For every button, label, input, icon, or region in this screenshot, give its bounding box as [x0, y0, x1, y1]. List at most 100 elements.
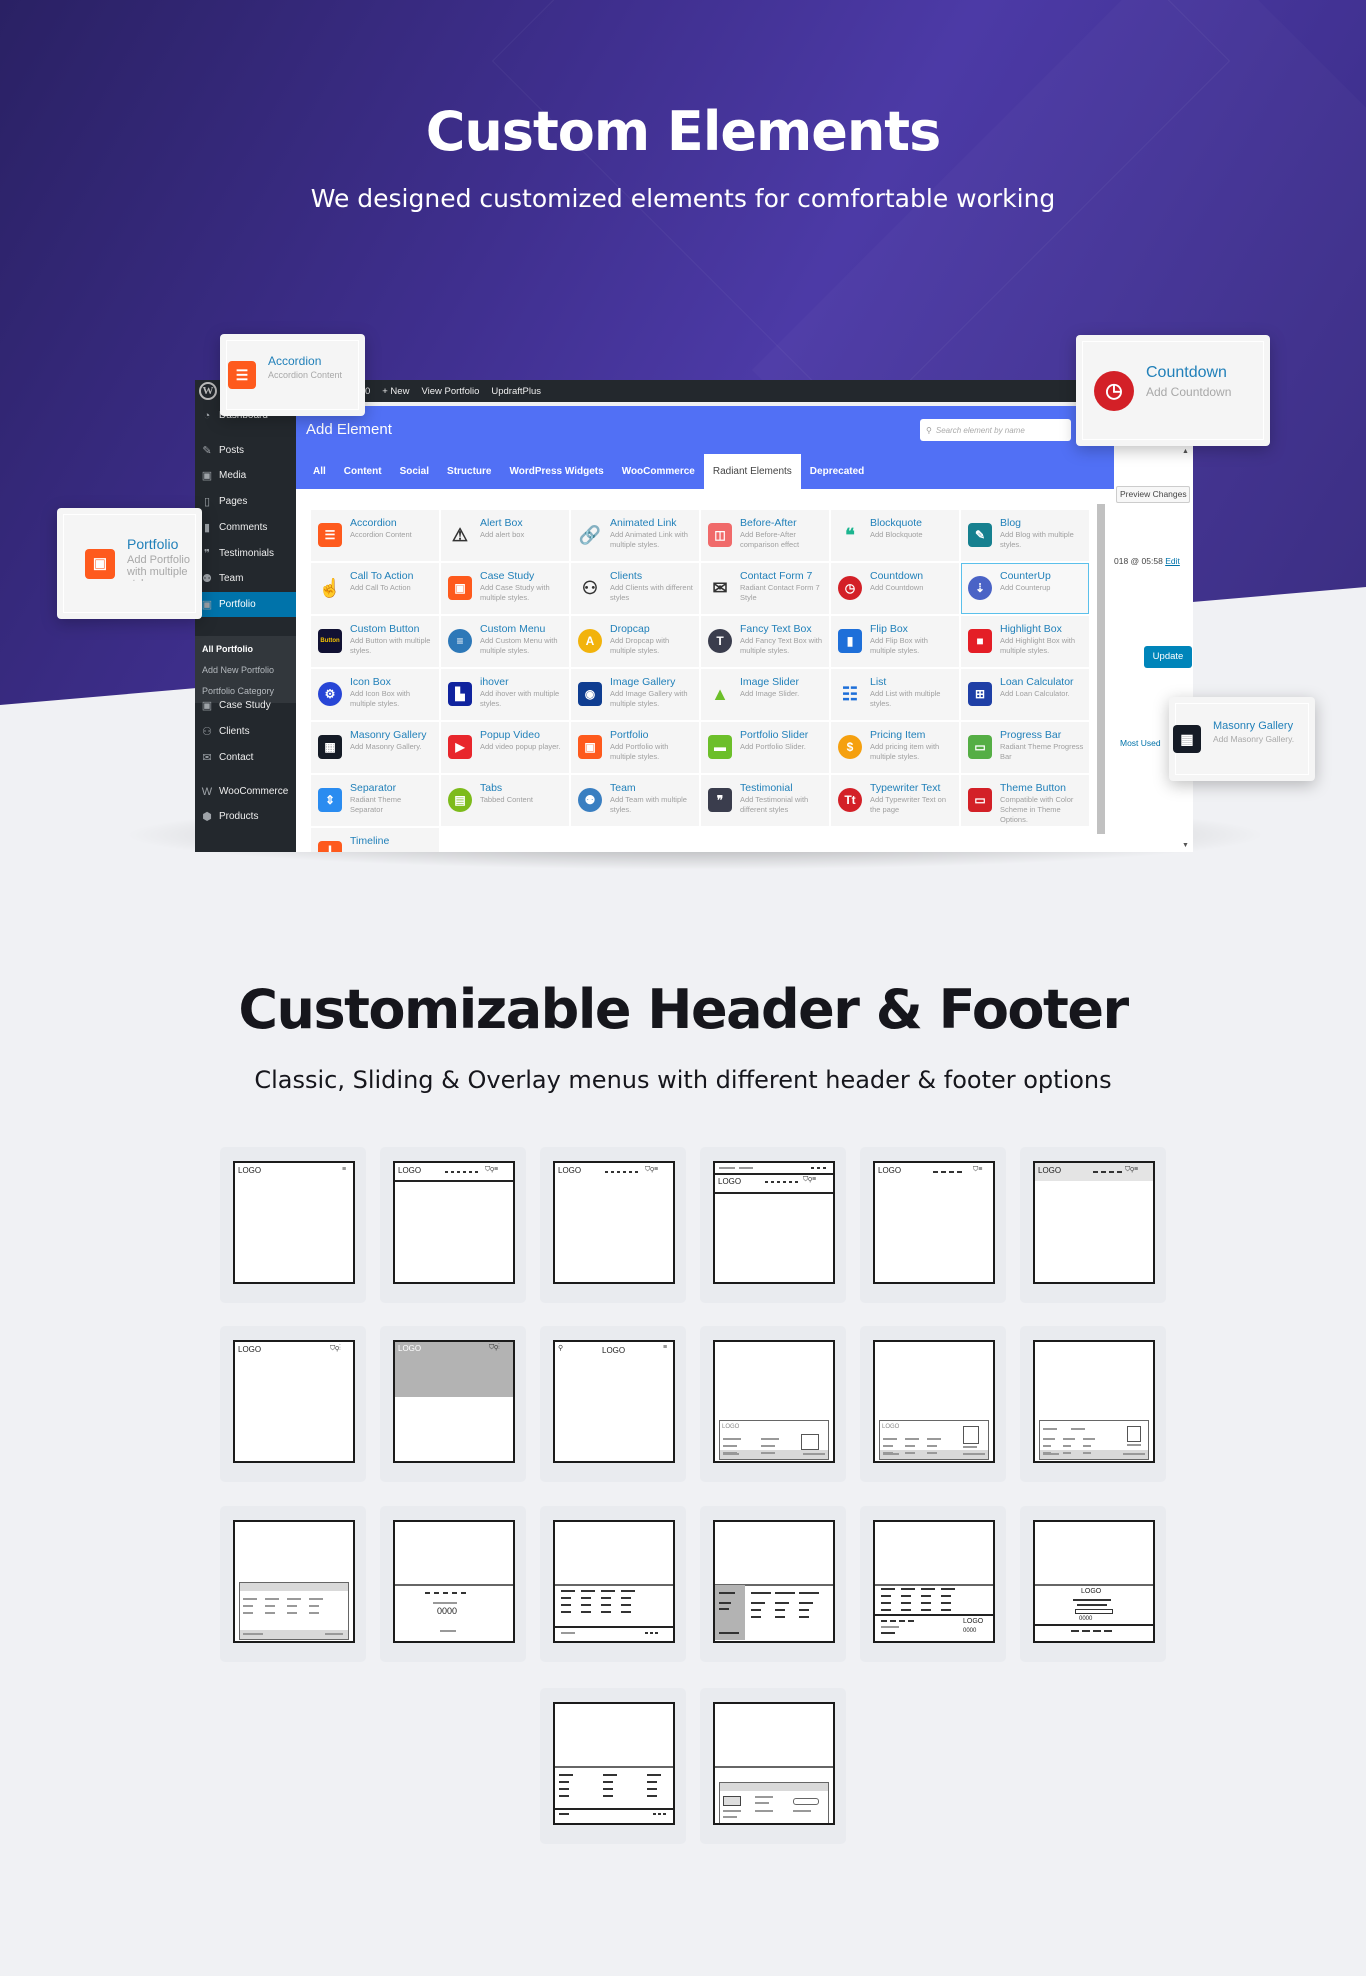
- element-item[interactable]: ☝ Call To Action Add Call To Action: [311, 563, 439, 614]
- element-item[interactable]: ▣ Case Study Add Case Study with multiple …: [441, 563, 569, 614]
- header-layout-hamburger[interactable]: LOGO ≡: [220, 1147, 366, 1303]
- element-item[interactable]: ☰ Accordion Accordion Content: [311, 510, 439, 561]
- most-used-tab[interactable]: Most Used: [1120, 738, 1161, 748]
- tab-all[interactable]: All: [304, 454, 335, 489]
- admin-bar-updraftplus[interactable]: UpdraftPlus: [491, 386, 541, 397]
- wordpress-logo-icon[interactable]: W: [199, 382, 217, 400]
- sidebar-item-testimonials[interactable]: ❞ Testimonials: [195, 541, 296, 566]
- quote-icon: ❝: [845, 525, 855, 545]
- element-item[interactable]: ≡ Custom Menu Add Custom Menu with multipl…: [441, 616, 569, 667]
- tab-deprecated[interactable]: Deprecated: [801, 454, 873, 489]
- element-item[interactable]: ⊞ Loan Calculator Add Loan Calculator.: [961, 669, 1089, 720]
- wireframe-line: [653, 1813, 656, 1815]
- sidebar-item-case-study[interactable]: ▣ Case Study: [195, 693, 296, 718]
- element-item[interactable]: ✎ Blog Add Blog with multiple styles.: [961, 510, 1089, 561]
- element-search-input[interactable]: ⚲ Search element by name: [920, 419, 1071, 441]
- element-item[interactable]: ❞ Testimonial Add Testimonial with differe…: [701, 775, 829, 826]
- admin-bar-view-portfolio[interactable]: View Portfolio: [421, 386, 479, 397]
- element-item[interactable]: ▮ Flip Box Add Flip Box with multiple styl…: [831, 616, 959, 667]
- tab-social[interactable]: Social: [391, 454, 438, 489]
- submenu-add-new-portfolio[interactable]: Add New Portfolio: [202, 665, 274, 675]
- header-layout-menu[interactable]: LOGO ⛉⚲≡: [540, 1147, 686, 1303]
- element-item[interactable]: ⚇ Clients Add Clients with different style…: [571, 563, 699, 614]
- sidebar-item-contact[interactable]: ✉ Contact: [195, 745, 296, 770]
- element-item[interactable]: ▬ Portfolio Slider Add Portfolio Slider.: [701, 722, 829, 773]
- footer-layout-menu-box[interactable]: [1020, 1326, 1166, 1482]
- element-item[interactable]: ◷ Countdown Add Countdown: [831, 563, 959, 614]
- element-item[interactable]: ▭ Theme Button Compatible with Color Schem…: [961, 775, 1089, 826]
- element-item[interactable]: ▤ Tabs Tabbed Content: [441, 775, 569, 826]
- footer-layout-centered-logo[interactable]: LOGO 0000: [1020, 1506, 1166, 1662]
- wireframe-line: [775, 1602, 789, 1604]
- element-item[interactable]: ▲ Image Slider Add Image Slider.: [701, 669, 829, 720]
- header-layout-icons-only[interactable]: LOGO ⛉⚲⋮: [220, 1326, 366, 1482]
- element-item[interactable]: ⚙ Icon Box Add Icon Box with multiple styl…: [311, 669, 439, 720]
- element-item[interactable]: ⇣ CounterUp Add Counterup: [961, 563, 1089, 614]
- element-item[interactable]: ◫ Before-After Add Before-After comparison…: [701, 510, 829, 561]
- sidebar-item-posts[interactable]: ✎ Posts: [195, 438, 296, 463]
- scrollbar[interactable]: [1097, 504, 1105, 834]
- footer-layout-gray-columns[interactable]: [220, 1506, 366, 1662]
- sidebar-item-portfolio[interactable]: ▣ Portfolio: [195, 592, 296, 617]
- sidebar-item-media[interactable]: ▣ Media: [195, 463, 296, 488]
- element-item[interactable]: 🔗 Animated Link Add Animated Link with mul…: [571, 510, 699, 561]
- header-layout-menu-bordered[interactable]: LOGO ⛉⚲≡: [380, 1147, 526, 1303]
- element-item[interactable]: ✉ Contact Form 7 Radiant Contact Form 7 St…: [701, 563, 829, 614]
- header-layout-menu-bold[interactable]: LOGO ⛉≡: [860, 1147, 1006, 1303]
- preview-changes-button[interactable]: Preview Changes: [1116, 486, 1190, 503]
- edit-date-link[interactable]: Edit: [1165, 556, 1180, 566]
- footer-layout-logo-dots[interactable]: LOGO: [860, 1326, 1006, 1482]
- element-item[interactable]: ⚠ Alert Box Add alert box: [441, 510, 569, 561]
- element-item[interactable]: Button Custom Button Add Button with multi…: [311, 616, 439, 667]
- element-item[interactable]: ☷ List Add List with multiple styles.: [831, 669, 959, 720]
- element-item[interactable]: $ Pricing Item Add pricing item with multi…: [831, 722, 959, 773]
- header-layout-topbar[interactable]: LOGO ⛉⚲≡: [700, 1147, 846, 1303]
- element-item[interactable]: ▣ Portfolio Add Portfolio with multiple st…: [571, 722, 699, 773]
- element-item[interactable]: T Fancy Text Box Add Fancy Text Box with m…: [701, 616, 829, 667]
- wireframe-line: [1083, 1445, 1091, 1447]
- element-item[interactable]: ▶ Popup Video Add video popup player.: [441, 722, 569, 773]
- wireframe-line: [623, 1171, 626, 1173]
- element-item[interactable]: Tt Typewriter Text Add Typewriter Text on …: [831, 775, 959, 826]
- element-item[interactable]: ▭ Progress Bar Radiant Theme Progress Bar: [961, 722, 1089, 773]
- footer-layout-dark-left[interactable]: [700, 1506, 846, 1662]
- element-item[interactable]: ⚉ Team Add Team with multiple styles.: [571, 775, 699, 826]
- element-item[interactable]: ■ Highlight Box Add Highlight Box with mul…: [961, 616, 1089, 667]
- text-box-icon: T: [708, 629, 732, 653]
- footer-layout-logo-box[interactable]: LOGO: [700, 1326, 846, 1482]
- sidebar-item-clients[interactable]: ⚇ Clients: [195, 719, 296, 744]
- submenu-all-portfolio[interactable]: All Portfolio: [202, 644, 253, 654]
- element-item[interactable]: ┃ Timeline: [311, 828, 439, 852]
- element-item[interactable]: ⇕ Separator Radiant Theme Separator: [311, 775, 439, 826]
- header-layout-centered[interactable]: ⚲ LOGO ≡: [540, 1326, 686, 1482]
- header-layout-overlay[interactable]: LOGO ⛉⚲⋮: [380, 1326, 526, 1482]
- tab-wordpress-widgets[interactable]: WordPress Widgets: [500, 454, 612, 489]
- team-icon: ⚉: [578, 788, 602, 812]
- update-button[interactable]: Update: [1144, 646, 1192, 668]
- element-item[interactable]: ▦ Masonry Gallery Add Masonry Gallery.: [311, 722, 439, 773]
- element-item[interactable]: ❝ Blockquote Add Blockquote: [831, 510, 959, 561]
- element-item[interactable]: ▙ ihover Add ihover with multiple styles.: [441, 669, 569, 720]
- sidebar-item-woocommerce[interactable]: W WooCommerce: [195, 779, 296, 804]
- wireframe-line: [601, 1590, 615, 1592]
- masonry-icon: ▦: [318, 735, 342, 759]
- admin-bar-new[interactable]: + New: [382, 386, 409, 397]
- footer-layout-columns-logo[interactable]: LOGO 0000: [860, 1506, 1006, 1662]
- scroll-down-arrow-icon[interactable]: ▼: [1182, 842, 1189, 849]
- element-item[interactable]: ◉ Image Gallery Add Image Gallery with mul…: [571, 669, 699, 720]
- tab-structure[interactable]: Structure: [438, 454, 500, 489]
- footer-layout-three-columns[interactable]: [540, 1688, 686, 1844]
- collapse-arrow-icon[interactable]: ▲: [1182, 448, 1189, 455]
- tab-radiant-elements[interactable]: Radiant Elements: [703, 454, 801, 489]
- footer-layout-social-centered[interactable]: 0000: [380, 1506, 526, 1662]
- sidebar-item-products[interactable]: ⬢ Products: [195, 804, 296, 829]
- sidebar-item-team[interactable]: ⚉ Team: [195, 566, 296, 591]
- element-item[interactable]: A Dropcap Add Dropcap with multiple styles…: [571, 616, 699, 667]
- sidebar-item-pages[interactable]: ▯ Pages: [195, 489, 296, 514]
- sidebar-item-comments[interactable]: ▮ Comments: [195, 515, 296, 540]
- footer-layout-widgets[interactable]: [700, 1688, 846, 1844]
- footer-layout-columns-bar[interactable]: [540, 1506, 686, 1662]
- tab-woocommerce[interactable]: WooCommerce: [613, 454, 704, 489]
- tab-content[interactable]: Content: [335, 454, 391, 489]
- header-layout-menu-gray[interactable]: LOGO ⛉⚲≡: [1020, 1147, 1166, 1303]
